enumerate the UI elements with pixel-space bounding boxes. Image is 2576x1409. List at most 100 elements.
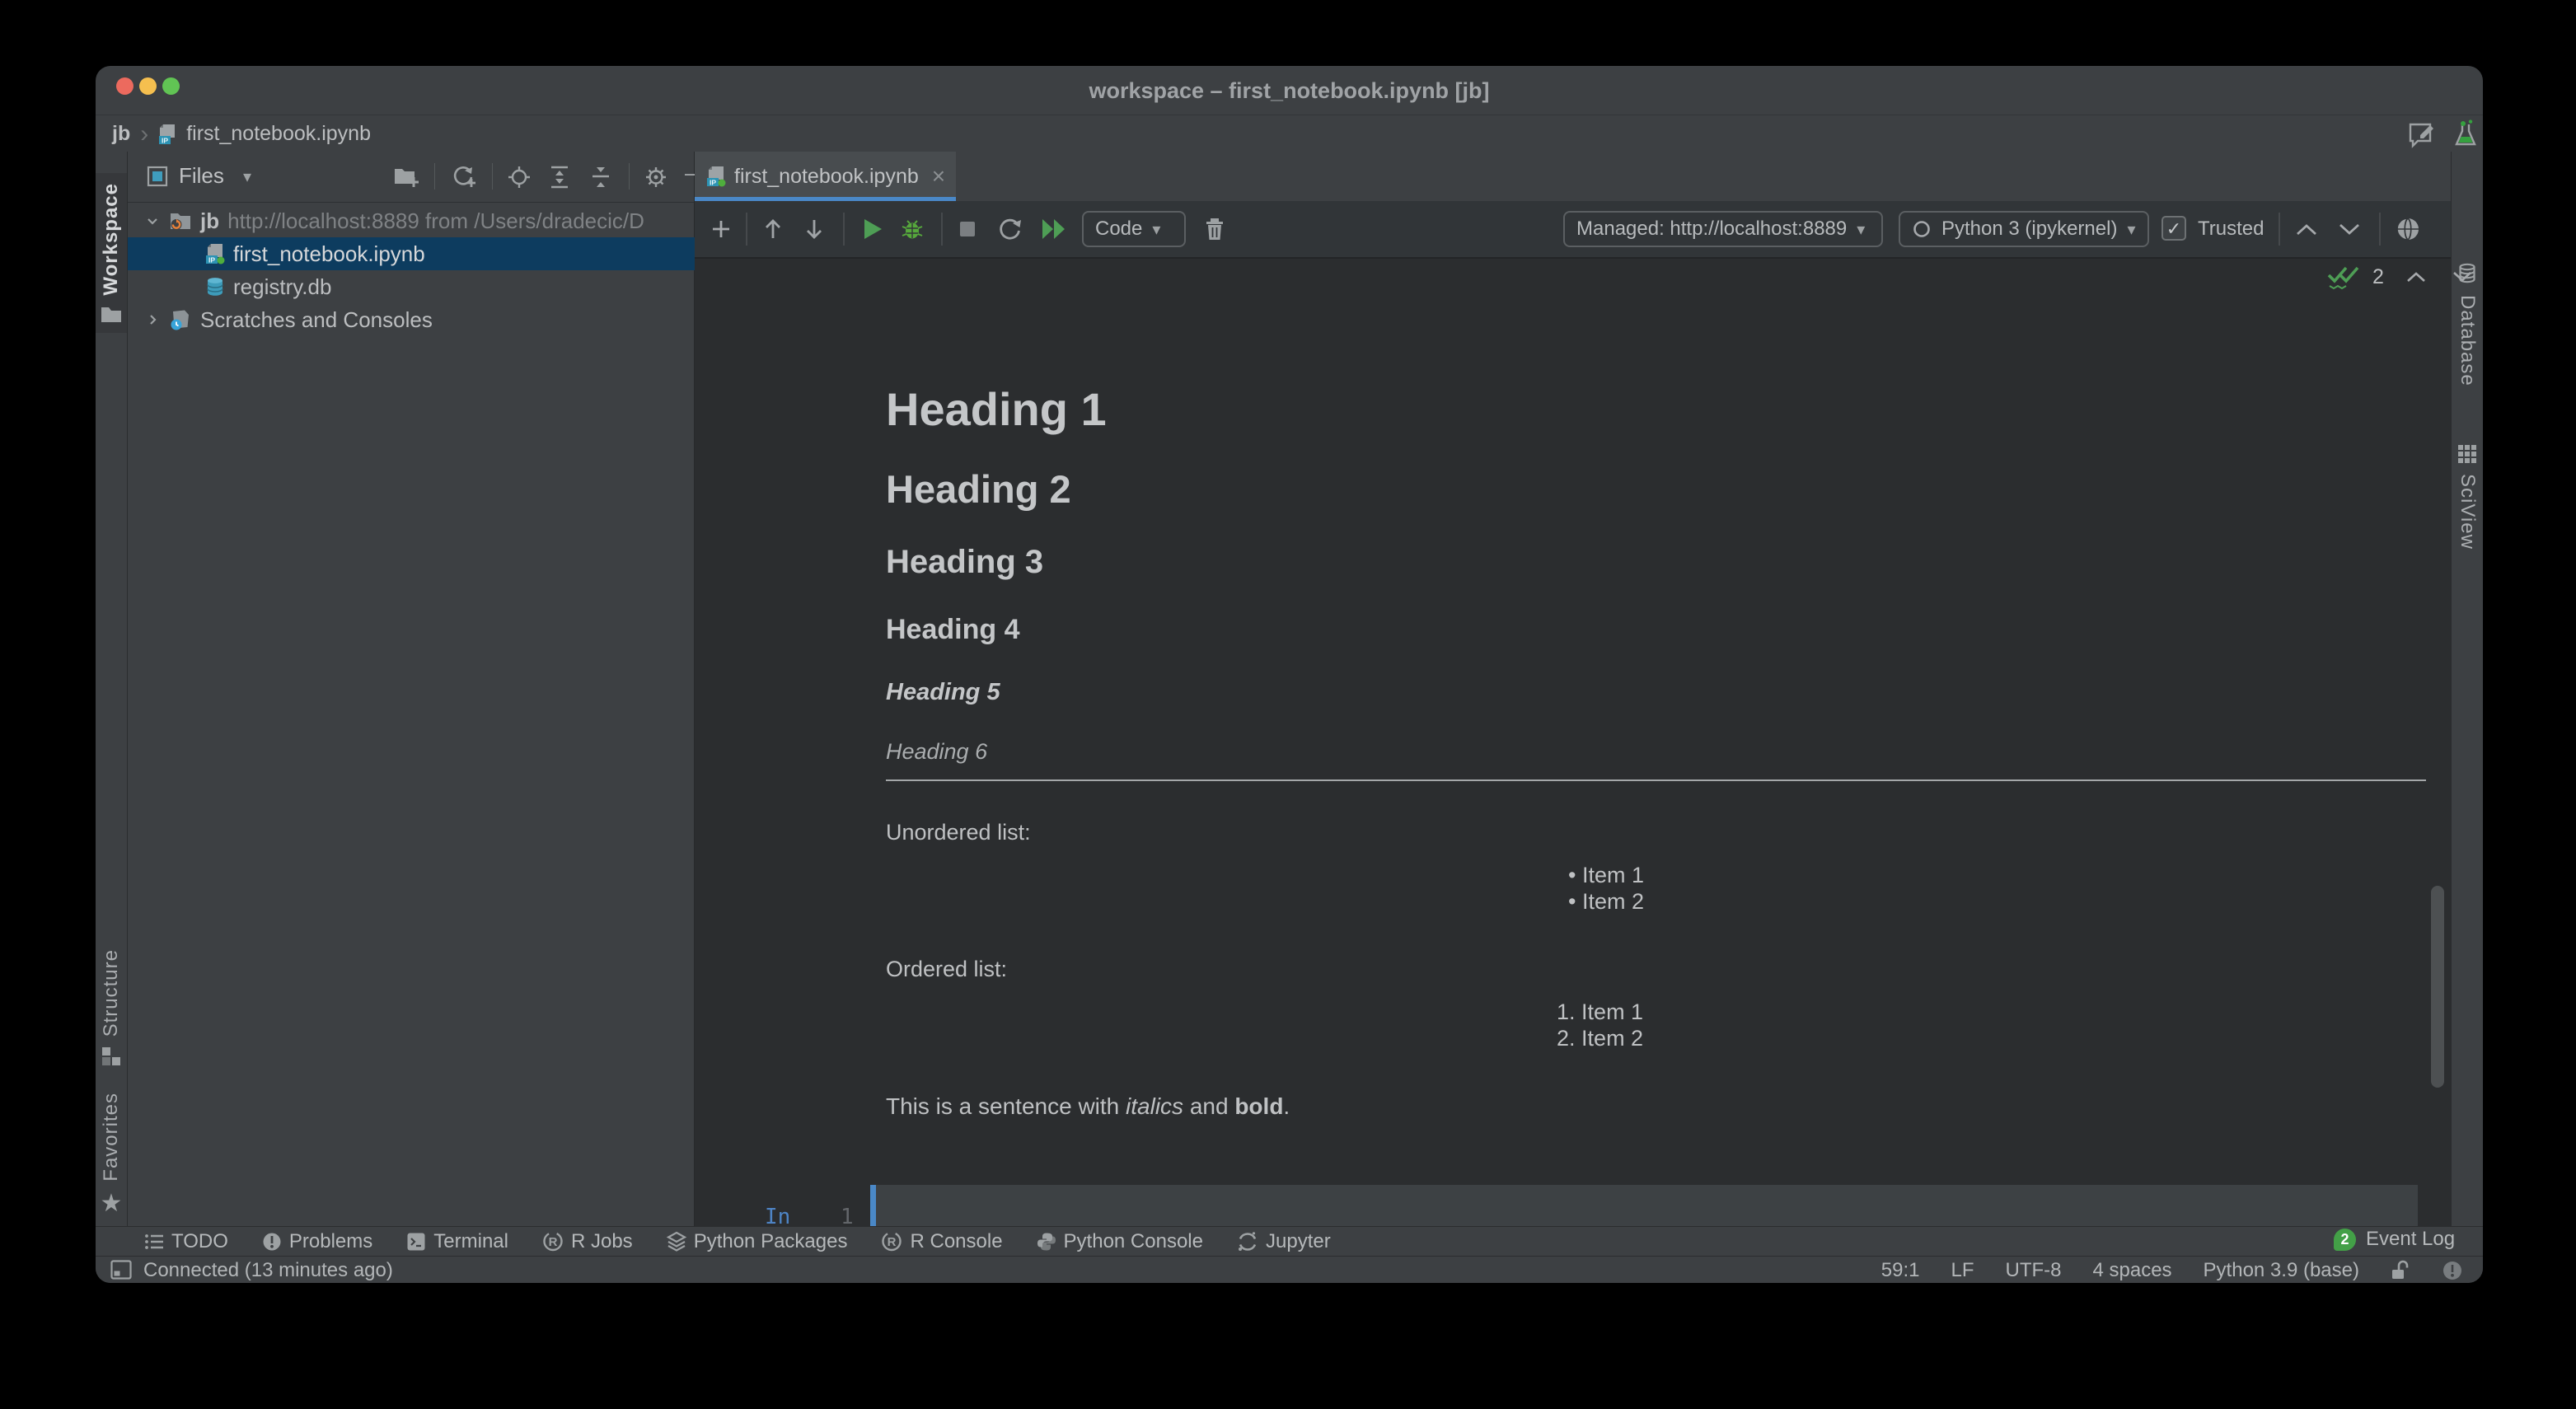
ipynb-file-icon: IP: [158, 124, 176, 145]
move-cell-up-button[interactable]: [762, 201, 784, 257]
breadcrumb: jb › IP first_notebook.ipynb: [96, 116, 2483, 152]
run-cell-button[interactable]: [861, 201, 884, 257]
folder-icon: [101, 305, 122, 323]
ipynb-file-icon: IP: [205, 242, 225, 265]
tab-first-notebook[interactable]: IP first_notebook.ipynb ×: [695, 152, 956, 201]
event-log-badge: 2: [2334, 1229, 2356, 1251]
tool-window-button-sciview[interactable]: SciView: [2452, 444, 2483, 606]
tool-button-todo[interactable]: TODO: [144, 1230, 228, 1253]
markdown-heading-1: Heading 1: [886, 382, 1107, 436]
collapse-all-button[interactable]: [589, 165, 612, 190]
run-all-cells-button[interactable]: [1040, 201, 1070, 257]
tool-button-problems[interactable]: Problems: [262, 1230, 372, 1253]
stop-kernel-button[interactable]: [958, 201, 977, 257]
chevron-expanded-icon[interactable]: [144, 213, 161, 229]
trusted-checkbox[interactable]: ✓: [2161, 216, 2186, 241]
double-check-icon: [2326, 264, 2361, 290]
ol-item-2: Item 2: [1581, 1026, 1643, 1051]
files-panel-title[interactable]: Files: [179, 163, 224, 189]
structure-icon: [101, 1046, 121, 1066]
next-cell-button[interactable]: [2338, 201, 2361, 257]
chevron-down-icon: ▾: [1857, 219, 1865, 240]
caret-position[interactable]: 59:1: [1881, 1259, 1920, 1282]
markdown-heading-5: Heading 5: [886, 679, 1000, 706]
refresh-button[interactable]: [451, 165, 477, 190]
chevron-down-icon[interactable]: [2452, 270, 2473, 283]
markdown-heading-3: Heading 3: [886, 544, 1043, 581]
bullet-icon: •: [1568, 863, 1576, 887]
inspections-widget[interactable]: 2: [2326, 264, 2473, 290]
cell-type-dropdown[interactable]: Code ▾: [1082, 211, 1186, 247]
tool-window-button-favorites[interactable]: Favorites ★: [96, 1093, 127, 1213]
delete-cell-button[interactable]: [1204, 201, 1225, 257]
synced-folder-icon: [169, 211, 192, 231]
tree-row-registry-db[interactable]: registry.db: [128, 270, 695, 303]
file-encoding[interactable]: UTF-8: [2005, 1259, 2061, 1282]
notebook-content: 2 Heading 1 Heading 2 Heading 3 Heading …: [695, 259, 2451, 1226]
chevron-down-icon[interactable]: ▾: [243, 166, 251, 187]
tool-window-button-structure[interactable]: Structure: [96, 949, 127, 1073]
connection-status[interactable]: Connected (13 minutes ago): [143, 1259, 393, 1282]
list-item: • Item 2: [1568, 889, 1644, 915]
experiment-flask-icon[interactable]: [2452, 119, 2479, 151]
unlock-icon[interactable]: [2391, 1259, 2410, 1282]
add-cell-button[interactable]: [710, 201, 732, 257]
tool-button-r-console[interactable]: R R Console: [881, 1230, 1002, 1253]
breadcrumb-file[interactable]: first_notebook.ipynb: [186, 122, 371, 146]
close-tab-icon[interactable]: ×: [932, 163, 945, 190]
tree-row-notebook-file[interactable]: IP first_notebook.ipynb: [128, 237, 695, 270]
bottom-tool-window-bar: TODO Problems Terminal R R Jobs Python P…: [96, 1226, 2483, 1256]
tool-window-button-workspace[interactable]: Workspace: [96, 173, 127, 333]
new-folder-button[interactable]: [393, 165, 419, 190]
tool-button-label: R Jobs: [571, 1230, 633, 1253]
open-in-browser-globe-icon[interactable]: [2394, 201, 2422, 257]
tool-button-label: Problems: [289, 1230, 372, 1253]
sentence-bold: bold: [1234, 1093, 1283, 1119]
tool-button-terminal[interactable]: Terminal: [406, 1230, 508, 1253]
move-cell-down-button[interactable]: [803, 201, 825, 257]
tool-button-python-packages[interactable]: Python Packages: [667, 1230, 848, 1253]
list-item: 1. Item 1: [1557, 999, 1643, 1025]
trusted-label: Trusted: [2198, 201, 2264, 257]
breadcrumb-root[interactable]: jb: [112, 122, 130, 146]
right-tool-stripe: Database SciView: [2451, 152, 2483, 1226]
kernel-dropdown[interactable]: Python 3 (ipykernel) ▾: [1899, 211, 2149, 247]
tool-button-jupyter[interactable]: Jupyter: [1237, 1230, 1331, 1253]
chevron-down-icon: ▾: [1152, 219, 1160, 240]
sentence-italic: italics: [1126, 1093, 1183, 1119]
tree-item-db-label: registry.db: [233, 274, 331, 300]
tree-row-scratches[interactable]: Scratches and Consoles: [128, 303, 695, 336]
notifications-icon[interactable]: [2442, 1260, 2463, 1281]
debug-cell-button[interactable]: [900, 201, 925, 257]
line-ending[interactable]: LF: [1951, 1259, 1974, 1282]
settings-gear-icon[interactable]: [644, 165, 668, 190]
chevron-collapsed-icon[interactable]: [144, 311, 161, 328]
chevron-up-icon[interactable]: [2405, 270, 2427, 283]
toggle-tool-windows-icon[interactable]: [110, 1260, 132, 1280]
jupyter-server-value: Managed: http://localhost:8889: [1576, 218, 1847, 241]
markdown-heading-4: Heading 4: [886, 614, 1019, 646]
tool-button-python-console[interactable]: Python Console: [1037, 1230, 1203, 1253]
ipynb-file-icon: IP: [706, 165, 726, 188]
ol-num-1: 1.: [1557, 999, 1576, 1024]
chevron-right-icon: ›: [140, 126, 148, 143]
tool-button-label: Python Console: [1064, 1230, 1203, 1253]
indent-size[interactable]: 4 spaces: [2092, 1259, 2171, 1282]
vertical-scrollbar[interactable]: [2431, 886, 2444, 1088]
interpreter[interactable]: Python 3.9 (base): [2204, 1259, 2359, 1282]
ide-window: workspace – first_notebook.ipynb [jb] jb…: [96, 66, 2483, 1283]
feedback-icon[interactable]: [2408, 121, 2438, 149]
tree-item-notebook-label: first_notebook.ipynb: [233, 241, 425, 267]
restart-kernel-button[interactable]: [997, 201, 1022, 257]
tree-row-jb-root[interactable]: jb http://localhost:8889 from /Users/dra…: [128, 204, 695, 237]
sentence-pre: This is a sentence with: [886, 1093, 1126, 1119]
expand-all-button[interactable]: [548, 165, 571, 190]
event-log-button[interactable]: 2 Event Log: [2334, 1228, 2455, 1251]
jupyter-server-dropdown[interactable]: Managed: http://localhost:8889 ▾: [1563, 211, 1883, 247]
notebook-toolbar: Code ▾ Managed: http://localhost:8889 ▾ …: [695, 201, 2451, 259]
previous-cell-button[interactable]: [2295, 201, 2318, 257]
tool-button-label: Jupyter: [1266, 1230, 1331, 1253]
select-opened-file-button[interactable]: [507, 165, 532, 190]
tool-button-r-jobs[interactable]: R R Jobs: [542, 1230, 633, 1253]
scratches-icon: [169, 308, 192, 331]
